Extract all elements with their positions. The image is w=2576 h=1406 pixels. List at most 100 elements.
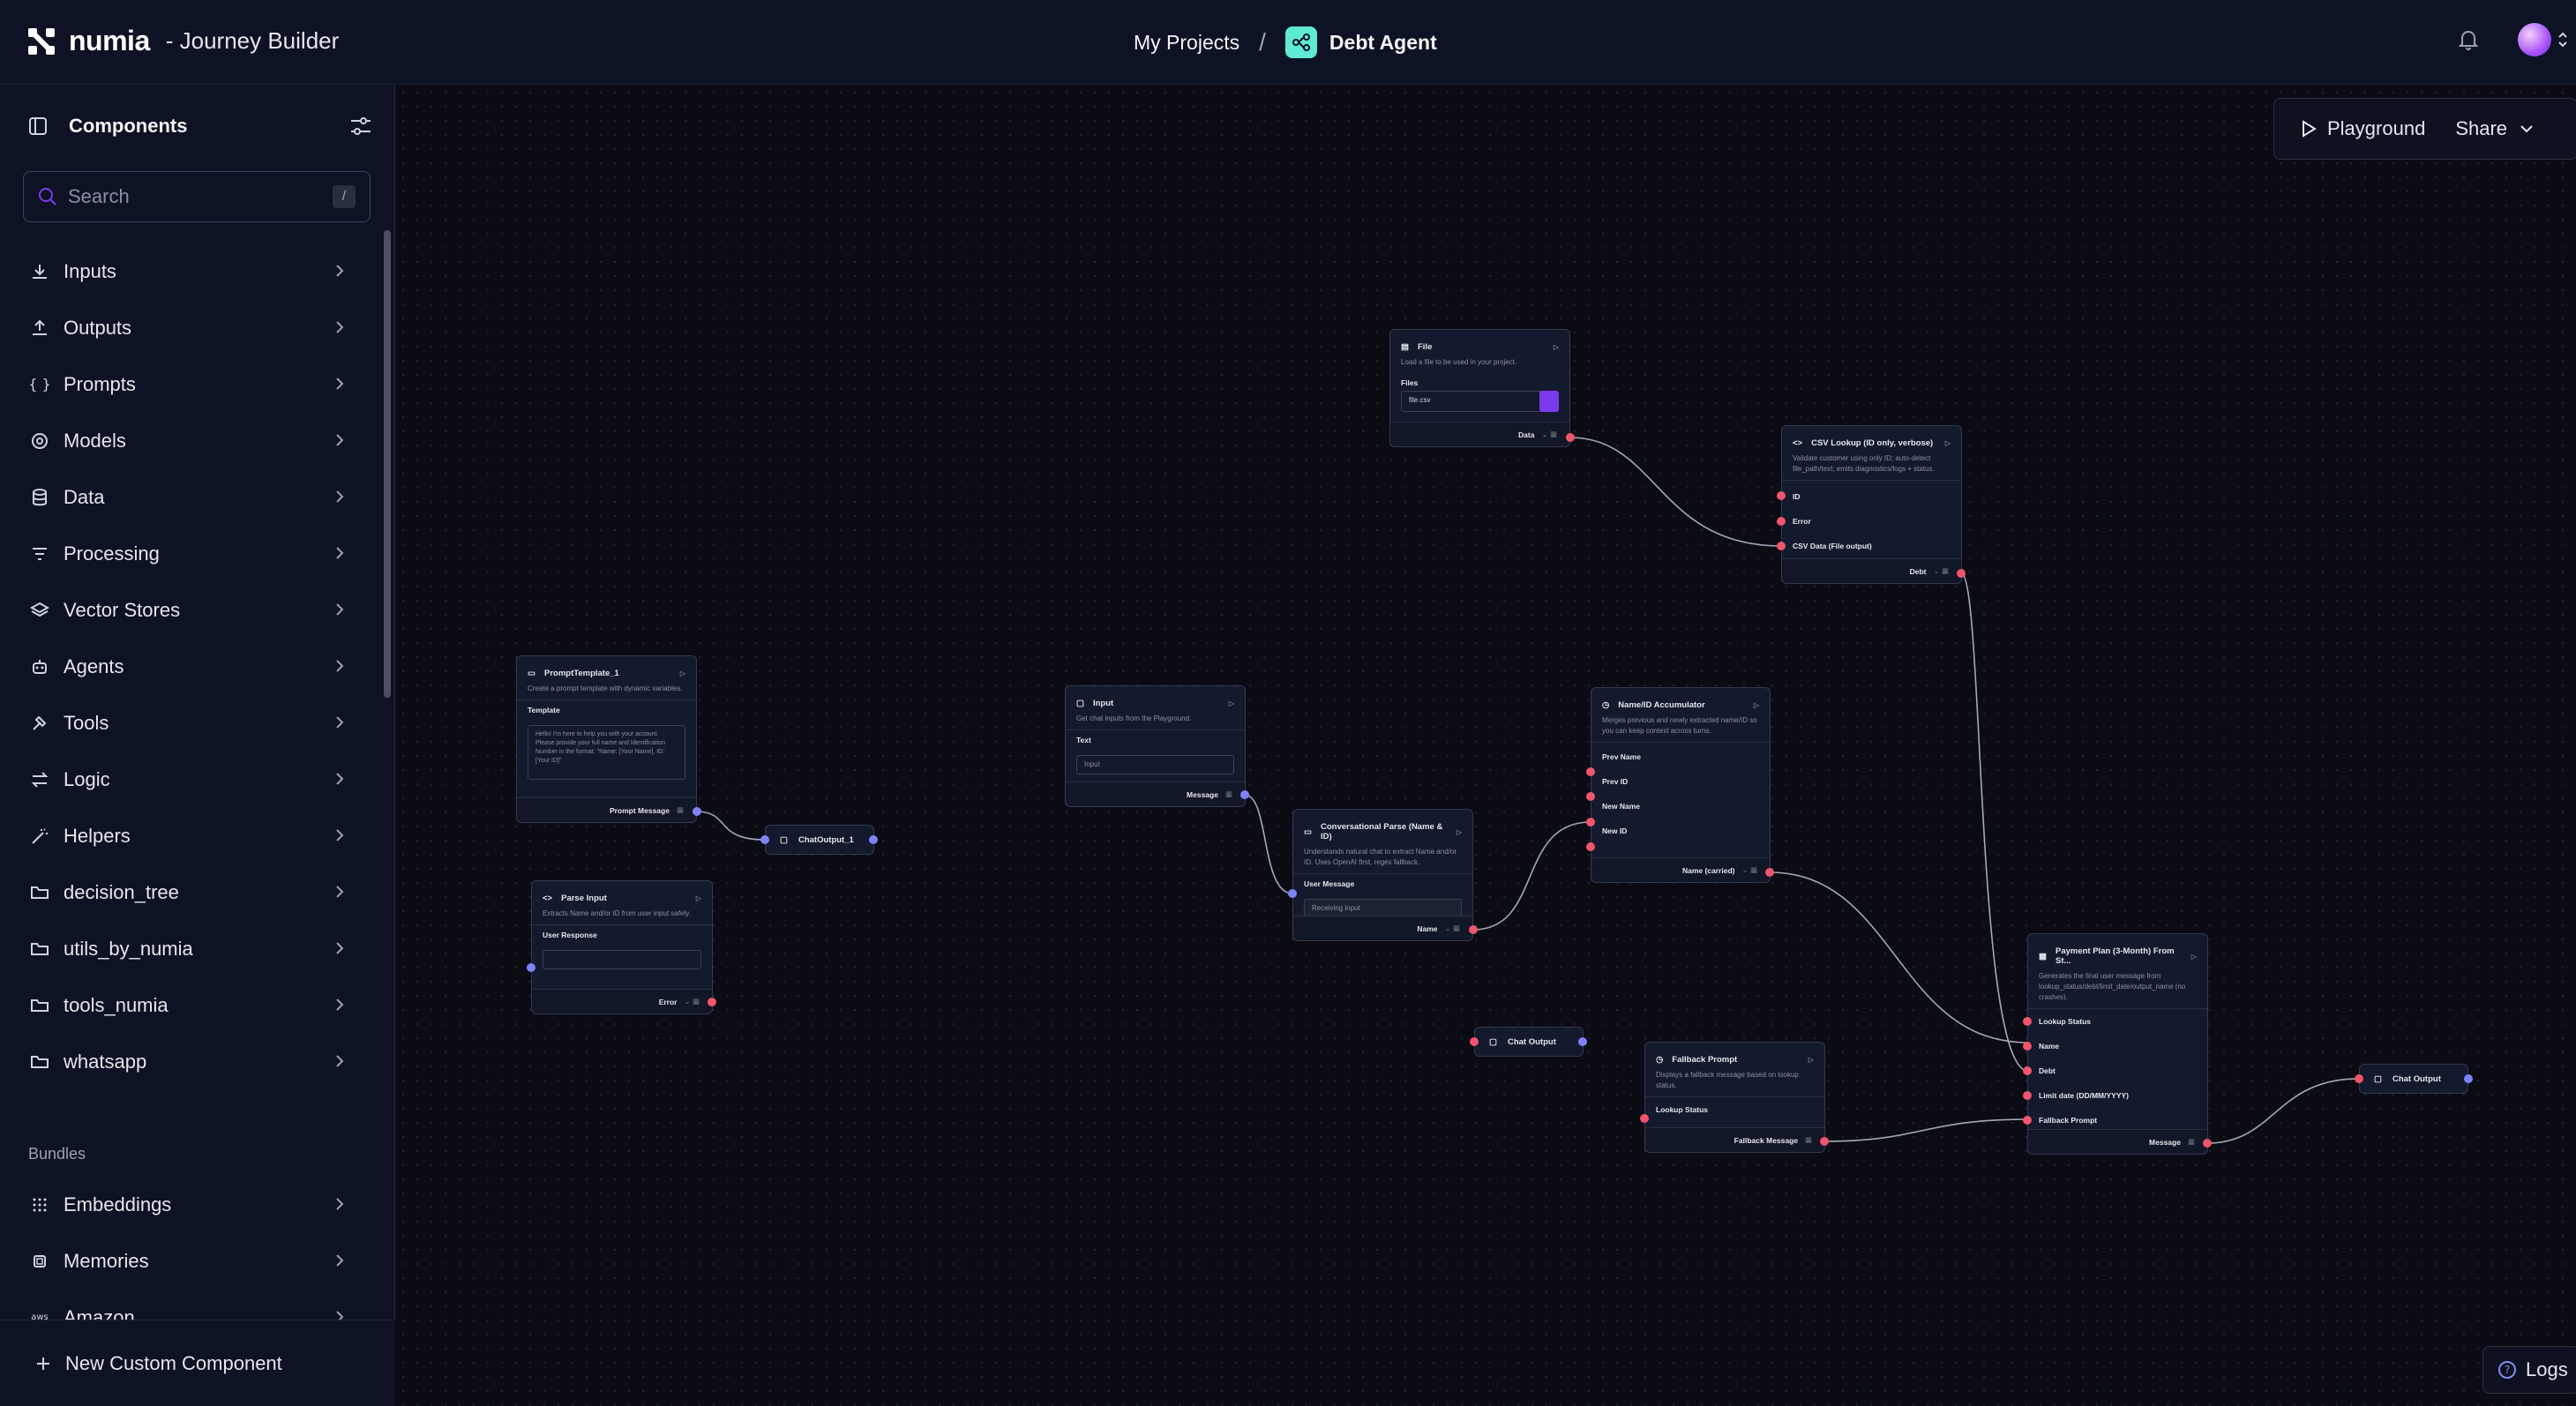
parse-input-handle[interactable] (527, 963, 535, 972)
sidebar-item-logic[interactable]: Logic (0, 752, 379, 808)
chatout1-input-handle[interactable] (760, 835, 769, 844)
play-icon[interactable]: ▷ (1229, 699, 1234, 707)
acc-prev-id-handle[interactable] (1586, 792, 1595, 801)
sidebar-item-label: Data (64, 486, 105, 508)
chevron-down-icon (2520, 125, 2533, 133)
sidebar-item-tools[interactable]: Tools (0, 695, 379, 752)
sidebar-item-processing[interactable]: Processing (0, 526, 379, 582)
project-name[interactable]: Debt Agent (1329, 31, 1437, 55)
bundle-item-label: Memories (64, 1250, 149, 1272)
play-icon[interactable]: ▷ (2191, 953, 2197, 961)
play-icon[interactable]: ▷ (1754, 701, 1759, 709)
chevron-updown-icon (2558, 32, 2567, 48)
acc-new-name-handle[interactable] (1586, 818, 1595, 826)
sidebar-item-vector-stores[interactable]: Vector Stores (0, 582, 379, 639)
sidebar-item-decision-tree[interactable]: decision_tree (0, 864, 379, 921)
payment-output-handle[interactable] (2203, 1139, 2212, 1148)
share-button[interactable]: Share (2455, 117, 2534, 140)
csv-output-handle[interactable] (1957, 569, 1966, 578)
chatout-mid-input-handle[interactable] (1470, 1037, 1479, 1046)
sidebar-item-prompts[interactable]: { } Prompts (0, 356, 379, 413)
sidebar-item-data[interactable]: Data (0, 469, 379, 526)
sidebar-item-agents[interactable]: Agents (0, 639, 379, 695)
play-icon[interactable]: ▷ (1554, 343, 1559, 351)
sidebar-item-whatsapp[interactable]: whatsapp (0, 1034, 379, 1090)
prompt-output-handle[interactable] (693, 807, 701, 816)
payment-limit-handle[interactable] (2023, 1091, 2032, 1100)
csv-id-handle[interactable] (1777, 491, 1786, 500)
csv-error-handle[interactable] (1777, 517, 1786, 526)
acc-prev-name-handle[interactable] (1586, 767, 1595, 776)
logo[interactable]: numia - Journey Builder (26, 25, 339, 57)
file-output-handle[interactable] (1566, 433, 1575, 442)
sidebar-title: Components (69, 115, 188, 137)
playground-button[interactable]: Playground (2301, 117, 2425, 140)
user-response-field[interactable] (543, 950, 701, 969)
chevron-right-icon (335, 1051, 344, 1073)
sidebar-item-tools-numia[interactable]: tools_numia (0, 977, 379, 1034)
logs-button[interactable]: ? Logs (2482, 1346, 2576, 1394)
acc-new-id-handle[interactable] (1586, 842, 1595, 851)
file-field[interactable]: file.csv (1401, 391, 1559, 412)
parse-input-node[interactable]: <> Parse Input ▷ Extracts Name and/or ID f… (531, 880, 713, 1014)
chatout-mid-output-handle[interactable] (1578, 1037, 1587, 1046)
payment-lookup-handle[interactable] (2023, 1017, 2032, 1026)
bundle-item-embeddings[interactable]: Embeddings (0, 1177, 379, 1233)
play-icon[interactable]: ▷ (680, 669, 685, 677)
user-message-label: User Message (1304, 879, 1355, 888)
chatout-end-output-handle[interactable] (2464, 1074, 2473, 1083)
bell-icon[interactable] (2458, 28, 2479, 51)
sidebar-item-helpers[interactable]: Helpers (0, 808, 379, 864)
sidebar-item-models[interactable]: Models (0, 413, 379, 469)
search-input[interactable]: Search / (23, 171, 371, 222)
payment-fallback-handle[interactable] (2023, 1116, 2032, 1125)
new-custom-component-button[interactable]: New Custom Component (0, 1320, 395, 1406)
edges-layer (695, 437, 2360, 1144)
fallback-input-handle[interactable] (1640, 1114, 1649, 1123)
sidebar-toggle-icon[interactable] (28, 116, 48, 136)
prompt-node-desc: Create a prompt template with dynamic va… (528, 684, 683, 692)
user-menu[interactable] (2518, 23, 2569, 56)
chat-output-1-node[interactable]: ▢ ChatOutput_1 (765, 825, 874, 855)
csv-lookup-node[interactable]: <> CSV Lookup (ID only, verbose) ▷ Validat… (1781, 425, 1962, 584)
breadcrumb-my-projects[interactable]: My Projects (1134, 31, 1239, 55)
payment-debt-handle[interactable] (2023, 1066, 2032, 1075)
payment-plan-node[interactable]: ▦ Payment Plan (3-Month) From St... ▷ Gene… (2027, 933, 2208, 1155)
text-field[interactable]: Input (1076, 755, 1234, 774)
parse-output-handle[interactable] (708, 998, 716, 1006)
chatout-end-input-handle[interactable] (2355, 1074, 2363, 1083)
input-node[interactable]: ▢ Input ▷ Get chat inputs from the Playgro… (1065, 685, 1246, 807)
prompt-template-node[interactable]: ▭ PromptTemplate_1 ▷ Create a prompt templ… (516, 655, 697, 823)
payment-name-handle[interactable] (2023, 1042, 2032, 1051)
play-icon[interactable]: ▷ (1945, 439, 1951, 447)
play-icon[interactable]: ▷ (696, 894, 701, 902)
chat-output-final-node[interactable]: ▢ Chat Output (2359, 1064, 2468, 1094)
template-field[interactable]: Hello! I'm here to help you with your ac… (528, 725, 685, 780)
input-output-handle[interactable] (1240, 790, 1249, 799)
folder-icon (28, 881, 51, 904)
name-id-accumulator-node[interactable]: ◷ Name/ID Accumulator ▷ Merges previous an… (1591, 687, 1771, 883)
bundle-item-memories[interactable]: Memories (0, 1233, 379, 1290)
prompt-icon: ▭ (528, 669, 535, 678)
csv-data-handle[interactable] (1777, 542, 1786, 550)
flow-canvas[interactable]: ▤ File ▷ Load a file to be used in your pr… (396, 86, 2576, 1406)
acc-output-handle[interactable] (1765, 868, 1774, 877)
sidebar-item-outputs[interactable]: Outputs (0, 300, 379, 356)
fallback-prompt-node[interactable]: ◷ Fallback Prompt ▷ Displays a fallback me… (1644, 1042, 1825, 1153)
playground-label: Playground (2327, 117, 2426, 139)
sidebar-scrollbar[interactable] (384, 230, 391, 698)
play-icon[interactable]: ▷ (1808, 1056, 1814, 1064)
fallback-output-handle[interactable] (1820, 1137, 1829, 1146)
sidebar-item-inputs[interactable]: Inputs (0, 243, 379, 300)
conv-input-handle[interactable] (1288, 889, 1297, 898)
conv-output-handle[interactable] (1469, 925, 1478, 934)
upload-button[interactable] (1539, 391, 1559, 412)
sidebar-item-utils-by-numia[interactable]: utils_by_numia (0, 921, 379, 977)
file-node[interactable]: ▤ File ▷ Load a file to be used in your pr… (1389, 329, 1570, 447)
edge-payment-to-chatout (2206, 1078, 2360, 1144)
chatout1-output-handle[interactable] (869, 835, 878, 844)
chat-output-node[interactable]: ▢ Chat Output (1474, 1027, 1584, 1057)
play-icon[interactable]: ▷ (1456, 828, 1462, 836)
sliders-icon[interactable] (349, 116, 372, 137)
conversational-parse-node[interactable]: ▭ Conversational Parse (Name & ID) ▷ Under… (1292, 809, 1473, 941)
